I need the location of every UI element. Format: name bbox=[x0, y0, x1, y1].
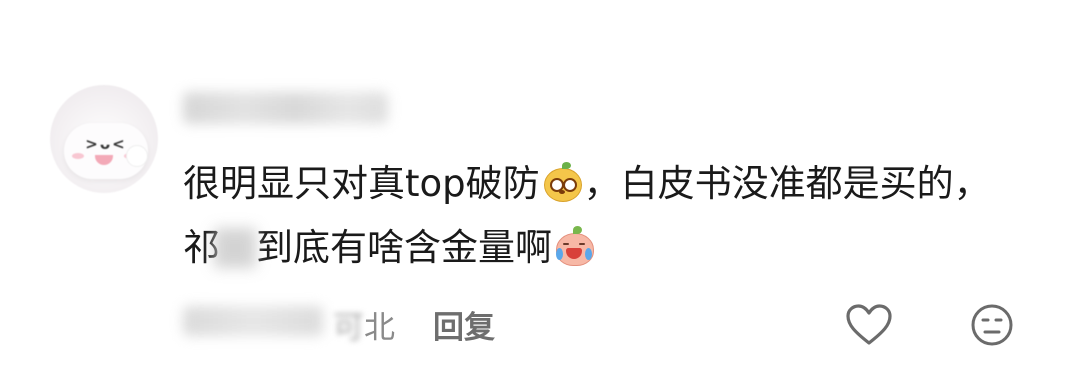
comment-item: >ᴗ< 很明显只对真top破防 ，白皮书没准都是买的，祁 到底有啥含金量啊 可北 回… bbox=[0, 0, 1078, 386]
location-label: 可北 bbox=[333, 302, 395, 347]
username-redacted[interactable] bbox=[183, 92, 388, 124]
comment-text-part1: 很明显只对真top破防 bbox=[183, 162, 540, 205]
heart-outline-icon bbox=[846, 304, 892, 345]
location-partial: 可 bbox=[333, 310, 364, 346]
dog-face-emoji bbox=[542, 162, 582, 202]
comment-text: 很明显只对真top破防 ，白皮书没准都是买的，祁 到底有啥含金量啊 bbox=[183, 152, 1023, 280]
location-visible: 北 bbox=[364, 310, 395, 346]
reply-button[interactable]: 回复 bbox=[433, 302, 495, 347]
avatar-paw bbox=[126, 145, 148, 167]
like-button[interactable] bbox=[845, 303, 893, 347]
avatar[interactable]: >ᴗ< bbox=[50, 85, 158, 193]
redacted-name bbox=[214, 228, 256, 268]
comment-text-part3: 到底有啥含金量啊 bbox=[256, 226, 552, 269]
dislike-button[interactable] bbox=[968, 301, 1016, 349]
comment-meta: 可北 回复 bbox=[183, 300, 1043, 350]
crying-peach-emoji bbox=[554, 226, 594, 266]
meh-face-icon bbox=[971, 304, 1013, 346]
avatar-blush-left bbox=[72, 153, 84, 159]
timestamp-redacted bbox=[183, 306, 323, 336]
